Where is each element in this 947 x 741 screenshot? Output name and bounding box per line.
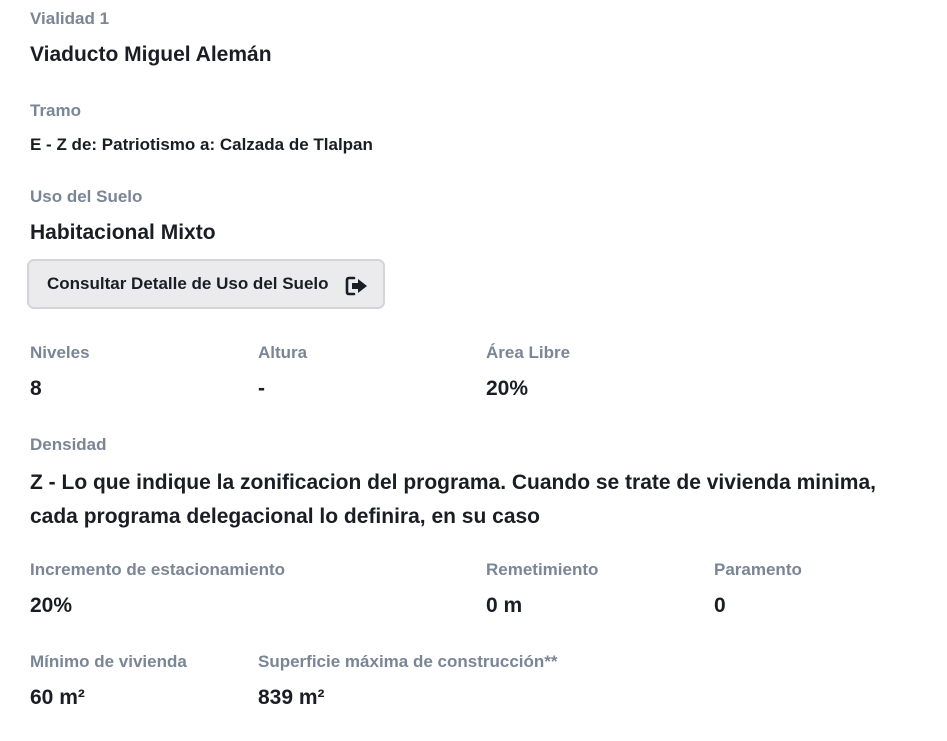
consultar-detalle-label: Consultar Detalle de Uso del Suelo bbox=[47, 274, 329, 293]
vialidad-value: Viaducto Miguel Alemán bbox=[30, 43, 272, 66]
tramo-value: E - Z de: Patriotismo a: Calzada de Tlal… bbox=[30, 135, 373, 154]
incremento-value: 20% bbox=[30, 594, 73, 617]
altura-value: - bbox=[258, 377, 265, 400]
uso-suelo-label: Uso del Suelo bbox=[30, 187, 143, 206]
paramento-value: 0 bbox=[714, 594, 726, 617]
niveles-value: 8 bbox=[30, 377, 42, 400]
superficie-maxima-value: 839 m² bbox=[258, 686, 325, 709]
area-libre-label: Área Libre bbox=[486, 343, 571, 362]
sign-out-icon bbox=[345, 276, 367, 296]
densidad-label: Densidad bbox=[30, 435, 107, 454]
minimo-vivienda-value: 60 m² bbox=[30, 686, 85, 709]
paramento-label: Paramento bbox=[714, 560, 802, 579]
consultar-detalle-button[interactable]: Consultar Detalle de Uso del Suelo bbox=[27, 259, 385, 309]
altura-label: Altura bbox=[258, 343, 308, 362]
remetimiento-value: 0 m bbox=[486, 594, 523, 617]
uso-suelo-value: Habitacional Mixto bbox=[30, 221, 216, 244]
niveles-label: Niveles bbox=[30, 343, 90, 362]
remetimiento-label: Remetimiento bbox=[486, 560, 599, 579]
densidad-value: Z - Lo que indique la zonificacion del p… bbox=[30, 471, 876, 528]
incremento-label: Incremento de estacionamiento bbox=[30, 560, 286, 579]
tramo-label: Tramo bbox=[30, 101, 82, 120]
superficie-maxima-label: Superficie máxima de construcción** bbox=[258, 652, 558, 671]
area-libre-value: 20% bbox=[486, 377, 529, 400]
minimo-vivienda-label: Mínimo de vivienda bbox=[30, 652, 187, 671]
vialidad-label: Vialidad 1 bbox=[30, 9, 110, 28]
